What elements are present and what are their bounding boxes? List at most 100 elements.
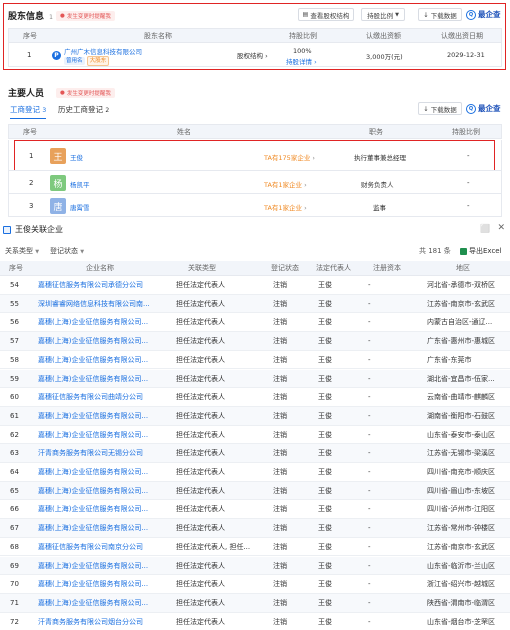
people-change-notice[interactable]: ● 发生变更时提醒我: [56, 88, 115, 98]
company-name-link[interactable]: 深圳睿睿网络信息科技有限公司南...: [38, 295, 150, 314]
related-company-row[interactable]: 67 嘉穗(上海)企业征信服务有限公司... 担任法定代表人 注销 王俊 - 江苏省-常州市…: [0, 519, 510, 538]
person-name-link[interactable]: 唐霄雪: [70, 202, 90, 212]
legal-rep-link[interactable]: 王俊: [318, 575, 332, 594]
company-name-link[interactable]: 嘉穗(上海)企业征信服务有限公司...: [38, 426, 148, 445]
legal-rep-link[interactable]: 王俊: [318, 463, 332, 482]
company-name-link[interactable]: 嘉穗(上海)企业征信服务有限公司...: [38, 407, 148, 426]
region: 江苏省-无锡市-梁溪区: [427, 449, 496, 458]
view-equity-structure-button[interactable]: ▤ 查看股权结构: [298, 8, 354, 21]
equity-structure-link[interactable]: 股权结构 ›: [237, 50, 268, 60]
people-download-button[interactable]: ↓ 下载数据: [418, 102, 462, 115]
person-name-link[interactable]: 王俊: [70, 152, 83, 162]
company-name-link[interactable]: 嘉穗(上海)企业征信服务有限公司...: [38, 351, 148, 370]
legal-rep-link[interactable]: 王俊: [318, 276, 332, 295]
related-company-row[interactable]: 70 嘉穗(上海)企业征信服务有限公司... 担任法定代表人 注销 王俊 - 浙江省-绍兴市…: [0, 575, 510, 594]
shareholder-download-button[interactable]: ↓ 下载数据: [418, 8, 462, 21]
company-name-link[interactable]: 汗青商务服务有限公司无锡分公司: [38, 444, 143, 463]
registered-capital: -: [368, 468, 371, 476]
related-company-row[interactable]: 55 深圳睿睿网络信息科技有限公司南... 担任法定代表人 注销 王俊 - 江苏省-南京市-…: [0, 294, 510, 314]
person-avatar[interactable]: 杨: [50, 175, 66, 191]
person-avatar[interactable]: 王: [50, 148, 66, 164]
region: 云南省-曲靖市-麒麟区: [427, 393, 496, 402]
related-company-row[interactable]: 60 嘉穗征信服务有限公司曲靖分公司 担任法定代表人 注销 王俊 - 云南省-曲靖市-麒麟区: [0, 388, 510, 407]
header-company-name: 企业名称: [86, 264, 114, 272]
tab-history-registration[interactable]: 历史工商登记 2: [58, 104, 109, 115]
export-excel-button[interactable]: 导出Excel: [460, 246, 502, 256]
former-name-tag[interactable]: 曾用名: [64, 57, 85, 65]
related-company-row[interactable]: 64 嘉穗(上海)企业征信服务有限公司... 担任法定代表人 注销 王俊 - 四川省-南充市…: [0, 463, 510, 482]
close-icon[interactable]: ✕: [497, 223, 505, 233]
legal-rep-link[interactable]: 王俊: [318, 426, 332, 445]
related-company-row[interactable]: 72 汗青商务服务有限公司烟台分公司 担任法定代表人 注销 王俊 - 山东省-烟台市-芝罘区: [0, 613, 510, 630]
region: 湖南省-衡阳市-石鼓区: [427, 411, 496, 420]
header-subscribed-date: 认缴出资日期: [441, 32, 483, 40]
legal-rep-link[interactable]: 王俊: [318, 295, 332, 314]
header-no: 序号: [9, 264, 23, 272]
related-company-row[interactable]: 62 嘉穗(上海)企业征信服务有限公司... 担任法定代表人 注销 王俊 - 山东省-泰安市…: [0, 426, 510, 445]
header-name: 姓名: [177, 128, 191, 136]
company-name-link[interactable]: 嘉穗(上海)企业征信服务有限公司...: [38, 463, 148, 482]
company-name-link[interactable]: 嘉穗(上海)企业征信服务有限公司...: [38, 313, 148, 332]
relation-type: 担任法定代表人: [176, 617, 225, 626]
person-companies-link[interactable]: TA有1家企业 ›: [264, 202, 307, 212]
person-companies-link[interactable]: TA有175家企业 ›: [264, 152, 315, 162]
registration-status: 注销: [273, 598, 287, 607]
related-company-row[interactable]: 63 汗青商务服务有限公司无锡分公司 担任法定代表人 注销 王俊 - 江苏省-无锡市-梁溪区: [0, 444, 510, 463]
related-company-row[interactable]: 65 嘉穗(上海)企业征信服务有限公司... 担任法定代表人 注销 王俊 - 四川省-眉山市…: [0, 481, 510, 501]
legal-rep-link[interactable]: 王俊: [318, 519, 332, 538]
legal-rep-link[interactable]: 王俊: [318, 370, 332, 389]
person-name-link[interactable]: 杨凯平: [70, 179, 90, 189]
legal-rep-link[interactable]: 王俊: [318, 594, 332, 613]
relation-type-label: 关系类型: [5, 247, 33, 255]
person-companies-link[interactable]: TA有1家企业 ›: [264, 179, 307, 189]
person-avatar[interactable]: 唐: [50, 198, 66, 214]
related-company-row[interactable]: 68 嘉穗征信服务有限公司南京分公司 担任法定代表人, 担任... 注销 王俊 - 江苏省-…: [0, 538, 510, 557]
holding-ratio-dropdown[interactable]: 持股比例 ▼: [361, 8, 405, 21]
relation-type-filter[interactable]: 关系类型 ▼: [5, 246, 39, 256]
company-name-link[interactable]: 嘉穗(上海)企业征信服务有限公司...: [38, 594, 148, 613]
related-company-row[interactable]: 59 嘉穗(上海)企业征信服务有限公司... 担任法定代表人 注销 王俊 - 湖北省-宜昌市…: [0, 369, 510, 389]
related-company-row[interactable]: 56 嘉穗(上海)企业征信服务有限公司... 担任法定代表人 注销 王俊 - 内蒙古自治区-…: [0, 313, 510, 333]
legal-rep-link[interactable]: 王俊: [318, 332, 332, 351]
registration-status: 注销: [273, 299, 287, 308]
legal-rep-link[interactable]: 王俊: [318, 538, 332, 557]
expand-icon[interactable]: ⬜: [480, 224, 490, 233]
legal-rep-link[interactable]: 王俊: [318, 613, 332, 630]
legal-rep-link[interactable]: 王俊: [318, 351, 332, 370]
company-name-link[interactable]: 嘉穗(上海)企业征信服务有限公司...: [38, 332, 148, 351]
company-name-link[interactable]: 嘉穗征信服务有限公司承德分公司: [38, 276, 143, 295]
related-company-row[interactable]: 57 嘉穗(上海)企业征信服务有限公司... 担任法定代表人 注销 王俊 - 广东省-惠州市…: [0, 332, 510, 351]
company-name-link[interactable]: 嘉穗(上海)企业征信服务有限公司...: [38, 557, 148, 576]
company-name-link[interactable]: 嘉穗征信服务有限公司曲靖分公司: [38, 388, 143, 407]
registration-status: 注销: [273, 580, 287, 589]
shareholder-change-notice[interactable]: ● 发生变更时提醒我: [56, 11, 115, 21]
company-name-link[interactable]: 嘉穗(上海)企业征信服务有限公司...: [38, 500, 148, 519]
legal-rep-link[interactable]: 王俊: [318, 407, 332, 426]
legal-rep-link[interactable]: 王俊: [318, 482, 332, 501]
tab-business-registration[interactable]: 工商登记 3: [10, 104, 47, 119]
related-company-row[interactable]: 66 嘉穗(上海)企业征信服务有限公司... 担任法定代表人 注销 王俊 - 四川省-泸州市…: [0, 500, 510, 520]
company-name-link[interactable]: 嘉穗征信服务有限公司南京分公司: [38, 538, 143, 557]
related-company-row[interactable]: 71 嘉穗(上海)企业征信服务有限公司... 担任法定代表人 注销 王俊 - 陕西省-渭南市…: [0, 593, 510, 613]
company-name-link[interactable]: 汗青商务服务有限公司烟台分公司: [38, 613, 143, 630]
header-position: 职务: [369, 128, 383, 136]
header-registration-status: 登记状态: [271, 264, 299, 272]
shareholder-name-link[interactable]: 广州广木信息科技有限公司: [64, 46, 142, 56]
legal-rep-link[interactable]: 王俊: [318, 557, 332, 576]
related-company-row[interactable]: 58 嘉穗(上海)企业征信服务有限公司... 担任法定代表人 注销 王俊 - 广东省-东莞市: [0, 351, 510, 370]
related-company-row[interactable]: 54 嘉穗征信服务有限公司承德分公司 担任法定代表人 注销 王俊 - 河北省-承德市-双桥区: [0, 276, 510, 295]
company-name-link[interactable]: 嘉穗(上海)企业征信服务有限公司...: [38, 575, 148, 594]
holding-detail-link[interactable]: 持股详情 ›: [286, 56, 317, 66]
company-row-no: 62: [10, 430, 19, 439]
legal-rep-link[interactable]: 王俊: [318, 500, 332, 519]
company-name-link[interactable]: 嘉穗(上海)企业征信服务有限公司...: [38, 519, 148, 538]
legal-rep-link[interactable]: 王俊: [318, 388, 332, 407]
legal-rep-link[interactable]: 王俊: [318, 444, 332, 463]
legal-rep-link[interactable]: 王俊: [318, 313, 332, 332]
company-name-link[interactable]: 嘉穗(上海)企业征信服务有限公司...: [38, 370, 148, 389]
related-company-row[interactable]: 61 嘉穗(上海)企业征信服务有限公司... 担任法定代表人 注销 王俊 - 湖南省-衡阳市…: [0, 406, 510, 426]
registration-status-filter[interactable]: 登记状态 ▼: [50, 246, 84, 256]
related-company-row[interactable]: 69 嘉穗(上海)企业征信服务有限公司... 担任法定代表人 注销 王俊 - 山东省-临沂市…: [0, 556, 510, 576]
company-name-link[interactable]: 嘉穗(上海)企业征信服务有限公司...: [38, 482, 148, 501]
relation-type: 担任法定代表人: [176, 561, 225, 570]
